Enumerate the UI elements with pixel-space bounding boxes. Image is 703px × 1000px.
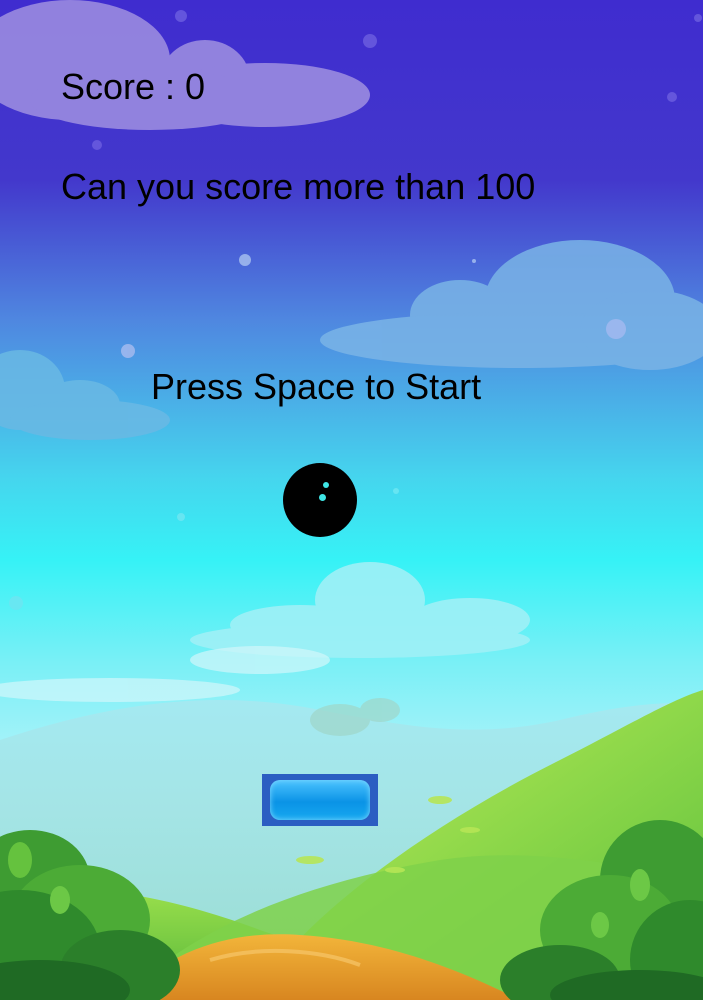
ball-highlight [323,482,329,488]
score-display: Score : 0 [61,66,206,107]
ball-highlight [319,494,326,501]
ball-icon [283,463,357,537]
paddle-icon [270,780,370,820]
challenge-message: Can you score more than 100 [61,166,536,207]
game-canvas[interactable]: Score : 0 Can you score more than 100 Pr… [0,0,703,1000]
start-prompt: Press Space to Start [151,366,482,407]
paddle[interactable] [262,774,378,826]
